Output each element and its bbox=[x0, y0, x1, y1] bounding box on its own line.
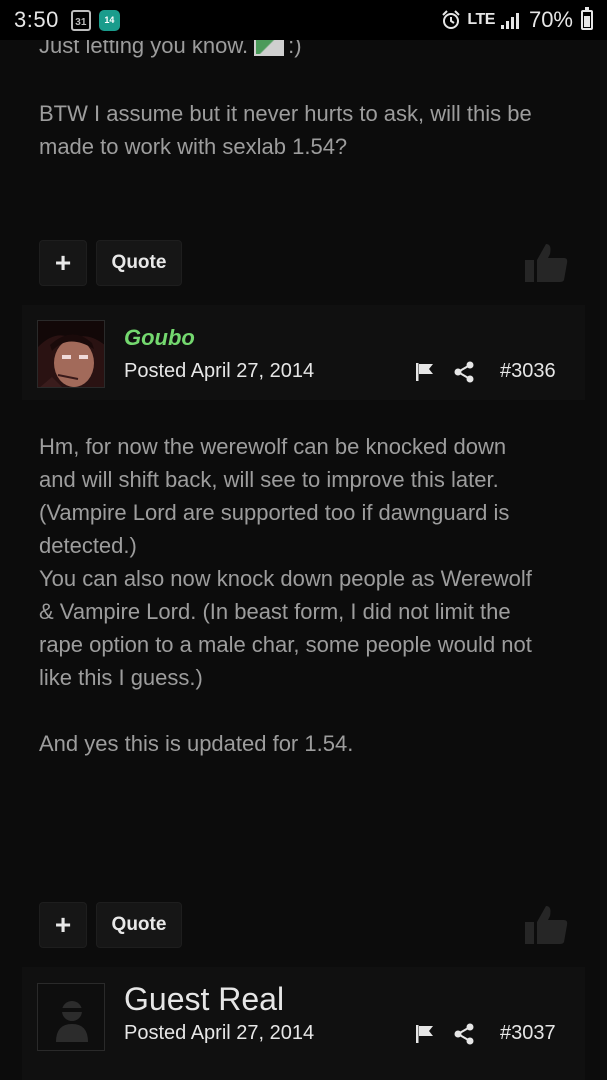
share-icon[interactable] bbox=[453, 1023, 475, 1045]
alarm-icon bbox=[442, 10, 461, 29]
quote-button[interactable]: Quote bbox=[96, 902, 182, 948]
author-name: Guest Real bbox=[124, 981, 285, 1017]
post-date: Posted April 27, 2014 bbox=[124, 360, 315, 382]
post-body-3036: Hm, for now the werewolf can be knocked … bbox=[39, 430, 579, 760]
post-line bbox=[39, 694, 579, 727]
post-header-3037: Guest Real Posted April 27, 2014 #3037 bbox=[22, 967, 585, 1080]
post-line: detected.) bbox=[39, 533, 137, 558]
post-line: (Vampire Lord are supported too if dawng… bbox=[39, 500, 510, 525]
plus-button[interactable]: + bbox=[39, 240, 87, 286]
signal-icon bbox=[500, 11, 519, 29]
thumbs-up-icon[interactable] bbox=[522, 902, 570, 948]
author-name[interactable]: Goubo bbox=[124, 325, 195, 351]
post-line: & Vampire Lord. (In beast form, I did no… bbox=[39, 599, 511, 624]
quote-button[interactable]: Quote bbox=[96, 240, 182, 286]
post-line: Hm, for now the werewolf can be knocked … bbox=[39, 434, 507, 459]
post-line: like this I guess.) bbox=[39, 665, 203, 690]
guest-avatar-icon bbox=[38, 984, 104, 1050]
post-line: You can also now knock down people as We… bbox=[39, 566, 532, 591]
previous-post-body: BTW I assume but it never hurts to ask, … bbox=[39, 97, 579, 163]
app-notification-icon: 14 bbox=[98, 9, 120, 31]
flag-icon[interactable] bbox=[414, 361, 436, 383]
post-line: rape option to a male char, some people … bbox=[39, 632, 532, 657]
plus-button[interactable]: + bbox=[39, 902, 87, 948]
thumbs-up-icon[interactable] bbox=[522, 240, 570, 286]
flag-icon[interactable] bbox=[414, 1023, 436, 1045]
post-header-3036: Goubo Posted April 27, 2014 #3036 bbox=[22, 305, 585, 400]
avatar[interactable] bbox=[37, 320, 105, 388]
battery-icon bbox=[581, 7, 593, 30]
status-time: 3:50 bbox=[14, 7, 59, 32]
calendar-icon: 31 bbox=[70, 9, 91, 31]
post-line: BTW I assume but it never hurts to ask, … bbox=[39, 101, 532, 126]
battery-percentage: 70% bbox=[528, 7, 573, 32]
post-number[interactable]: #3036 bbox=[500, 360, 556, 383]
post-line: made to work with sexlab 1.54? bbox=[39, 134, 348, 159]
avatar[interactable] bbox=[37, 983, 105, 1051]
post-line: and will shift back, will see to improve… bbox=[39, 467, 499, 492]
status-bar: 3:50 31 14 LTE 70% bbox=[0, 0, 607, 40]
post-line: And yes this is updated for 1.54. bbox=[39, 731, 354, 756]
share-icon[interactable] bbox=[453, 361, 475, 383]
post-number[interactable]: #3037 bbox=[500, 1022, 556, 1045]
lte-indicator: LTE bbox=[467, 11, 495, 28]
post-date: Posted April 27, 2014 bbox=[124, 1022, 315, 1044]
avatar-image bbox=[38, 321, 104, 387]
